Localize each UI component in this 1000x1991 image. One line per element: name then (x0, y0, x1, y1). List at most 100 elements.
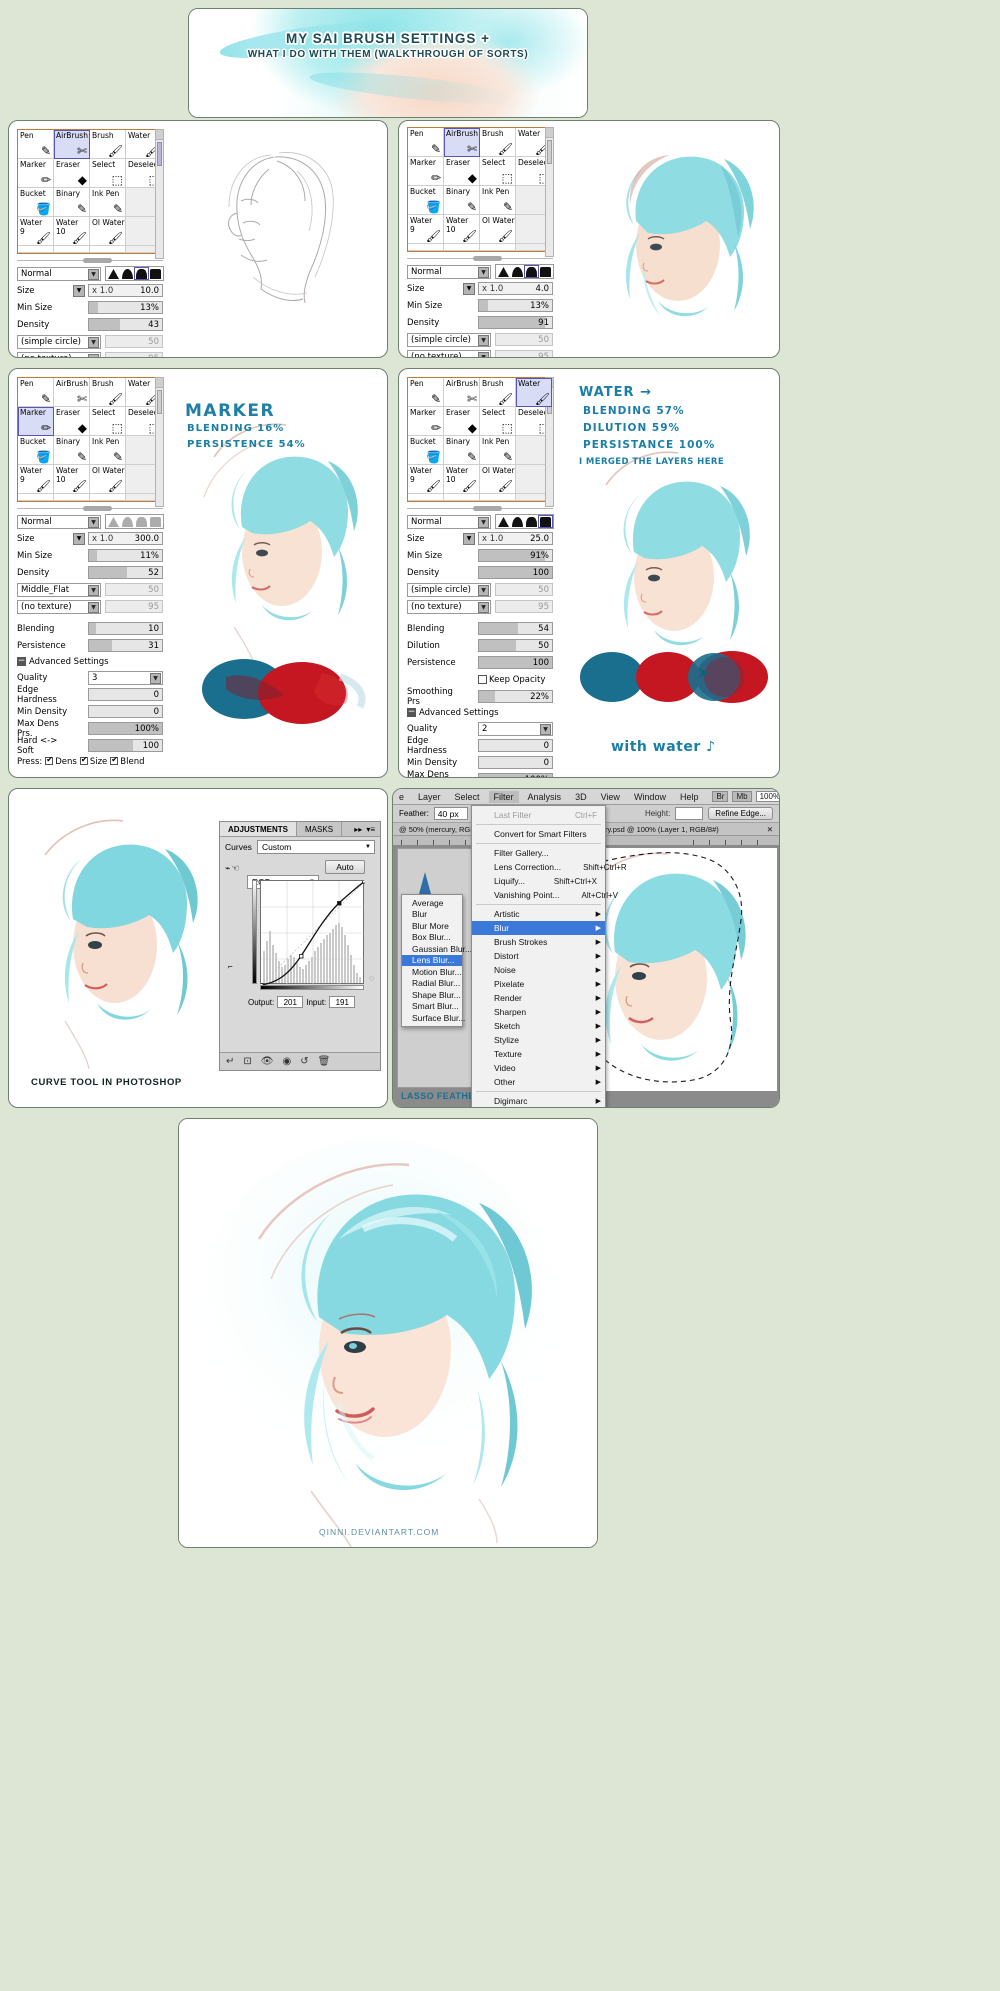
brush-shape-select[interactable]: (simple circle) ▼ (407, 582, 491, 597)
texture-amount-slider[interactable]: 95 (105, 600, 163, 613)
edge-shape-4[interactable] (149, 268, 162, 279)
menu-item-layer[interactable]: Layer (418, 792, 441, 802)
brush-tool-marker[interactable]: Marker ✏ (18, 407, 54, 436)
menu-last-filter[interactable]: Last Filter Ctrl+F (472, 808, 605, 822)
brush-tool-row-clipped[interactable] (480, 494, 516, 501)
persistence-slider[interactable]: 31 (88, 639, 163, 652)
output-value[interactable]: 201 (277, 996, 304, 1008)
advanced-settings-toggle[interactable]: − Advanced Settings (17, 655, 163, 668)
menu-filter-gallery[interactable]: Filter Gallery... (472, 846, 605, 860)
brush-tool-bucket[interactable]: Bucket 🪣 (408, 436, 444, 465)
brush-tool-olwater[interactable]: Ol Water 🖌 (90, 217, 126, 246)
menu-texture[interactable]: Texture ▶ (472, 1047, 605, 1061)
brush-tool-brush[interactable]: Brush 🖌 (90, 378, 126, 407)
blur-submenu[interactable]: Average Blur Blur More Box Blur... Gauss… (401, 894, 472, 1027)
brush-tool-row-clipped[interactable] (90, 246, 126, 253)
submenu-surface-blur[interactable]: Surface Blur... (402, 1012, 465, 1024)
submenu-lens-blur[interactable]: Lens Blur... (402, 954, 462, 966)
menu-digimarc[interactable]: Digimarc ▶ (472, 1094, 605, 1107)
brush-tool-brush[interactable]: Brush 🖌 (480, 378, 516, 407)
submenu-box-blur[interactable]: Box Blur... (402, 932, 462, 944)
brush-tool-airbrush[interactable]: AirBrush ✄ (54, 130, 90, 159)
submenu-shape-blur[interactable]: Shape Blur... (402, 989, 462, 1001)
menu-render[interactable]: Render ▶ (472, 991, 605, 1005)
size-slider[interactable]: x 1.0 25.0 (478, 532, 553, 545)
edge-shape-1[interactable] (497, 266, 510, 277)
brush-tool-water10[interactable]: Water 10 🖌 (444, 215, 480, 244)
brush-tool-row-clipped[interactable] (18, 494, 54, 501)
max-dens-slider[interactable]: 100% (478, 773, 553, 777)
hand-icon[interactable]: ☜ (231, 863, 239, 874)
menu-other[interactable]: Other ▶ (472, 1075, 605, 1089)
return-icon[interactable]: ↵ (226, 1056, 234, 1067)
blending-slider[interactable]: 10 (88, 622, 163, 635)
panel-controls[interactable]: ▸▸ ▾≡ (349, 822, 380, 836)
quality-select[interactable]: 3 ▼ (88, 670, 163, 685)
edge-hardness-slider[interactable]: 0 (478, 739, 553, 752)
brush-tool-row-clipped[interactable] (90, 494, 126, 501)
edge-shape-3[interactable] (525, 516, 538, 527)
brush-grid-scrollbar[interactable] (407, 505, 553, 512)
brush-grid-vertical-scrollbar[interactable] (155, 129, 164, 259)
brush-tool-brush[interactable]: Brush 🖌 (90, 130, 126, 159)
brush-tool-eraser[interactable]: Eraser ◆ (54, 159, 90, 188)
edge-shape-4[interactable] (149, 516, 162, 527)
edge-shape-1[interactable] (107, 516, 120, 527)
adjustments-footer-toolbar[interactable]: ↵ ⊡ 👁 ◉ ↺ 🗑 (220, 1052, 380, 1070)
brush-tool-olwater[interactable]: Ol Water 🖌 (480, 465, 516, 494)
menu-item-e[interactable]: e (399, 792, 404, 802)
brush-tool-pen[interactable]: Pen ✎ (18, 130, 54, 159)
menu-noise[interactable]: Noise ▶ (472, 963, 605, 977)
brush-texture-select[interactable]: (no texture) ▼ (407, 349, 491, 357)
refine-edge-button[interactable]: Refine Edge... (708, 807, 773, 820)
keep-opacity-row[interactable]: Keep Opacity (407, 672, 553, 687)
collapse-icon[interactable]: ▸▸ (354, 825, 362, 834)
brush-tool-row-clipped[interactable] (444, 244, 480, 251)
brush-tool-row-clipped[interactable] (444, 494, 480, 501)
brush-shape-select[interactable]: (simple circle) ▼ (17, 334, 101, 349)
photoshop-menubar[interactable]: e Layer Select Filter Analysis 3D View W… (393, 789, 779, 805)
brush-tool-bucket[interactable]: Bucket 🪣 (408, 186, 444, 215)
brush-shape-select[interactable]: Middle_Flat ▼ (17, 582, 101, 597)
edge-shape-2[interactable] (121, 516, 134, 527)
size-mode-button[interactable]: ▼ (73, 532, 85, 545)
brush-tool-grid[interactable]: Pen ✎ AirBrush ✄ Brush 🖌 Water 🖌 Marker ✏ Era… (407, 127, 553, 252)
menu-item-3d[interactable]: 3D (575, 792, 587, 802)
brush-tool-water9[interactable]: Water 9 🖌 (18, 465, 54, 494)
curve-graph[interactable] (259, 879, 367, 988)
brush-grid-vertical-scrollbar[interactable] (155, 377, 164, 507)
brush-texture-select[interactable]: (no texture) ▼ (407, 599, 491, 614)
edge-shape-3[interactable] (135, 516, 148, 527)
press-dens-checkbox[interactable]: Dens (45, 755, 77, 767)
reset-icon[interactable]: ↺ (300, 1056, 308, 1067)
delete-icon[interactable]: 🗑 (318, 1056, 331, 1067)
brush-tool-brush[interactable]: Brush 🖌 (480, 128, 516, 157)
brush-tool-grid[interactable]: Pen ✎ AirBrush ✄ Brush 🖌 Water 🖌 Marker ✏ Era… (17, 377, 163, 502)
size-slider[interactable]: x 1.0 4.0 (478, 282, 553, 295)
brush-tool-olwater[interactable]: Ol Water 🖌 (90, 465, 126, 494)
brush-tool-water10[interactable]: Water 10 🖌 (54, 465, 90, 494)
density-slider[interactable]: 43 (88, 318, 163, 331)
edge-shape-buttons[interactable] (495, 514, 554, 529)
edge-shape-4[interactable] (539, 266, 552, 277)
shape-amount-slider[interactable]: 50 (105, 583, 163, 596)
edge-shape-buttons[interactable] (105, 514, 164, 529)
brush-tool-inkpen[interactable]: Ink Pen ✎ (90, 436, 126, 465)
dilution-slider[interactable]: 50 (478, 639, 553, 652)
brush-grid-scrollbar[interactable] (17, 505, 163, 512)
brush-tool-water9[interactable]: Water 9 🖌 (18, 217, 54, 246)
brush-tool-binary[interactable]: Binary ✎ (54, 436, 90, 465)
brush-tool-pen[interactable]: Pen ✎ (18, 378, 54, 407)
brush-tool-pen[interactable]: Pen ✎ (408, 128, 444, 157)
brush-tool-bucket[interactable]: Bucket 🪣 (18, 436, 54, 465)
zoom-level[interactable]: 100% (755, 791, 779, 802)
submenu-smart-blur[interactable]: Smart Blur... (402, 1001, 462, 1013)
brush-tool-select[interactable]: Select ⬚ (90, 159, 126, 188)
brush-tool-binary[interactable]: Binary ✎ (444, 436, 480, 465)
curve-mode-toggles[interactable]: ⌁ ☜ (225, 860, 243, 876)
brush-tool-grid[interactable]: Pen ✎ AirBrush ✄ Brush 🖌 Water 🖌 Marker ✏ Era… (17, 129, 163, 254)
menu-lens-correction[interactable]: Lens Correction... Shift+Ctrl+R (472, 860, 627, 874)
menu-item-analysis[interactable]: Analysis (528, 792, 562, 802)
menu-sharpen[interactable]: Sharpen ▶ (472, 1005, 605, 1019)
min-density-slider[interactable]: 0 (478, 756, 553, 769)
